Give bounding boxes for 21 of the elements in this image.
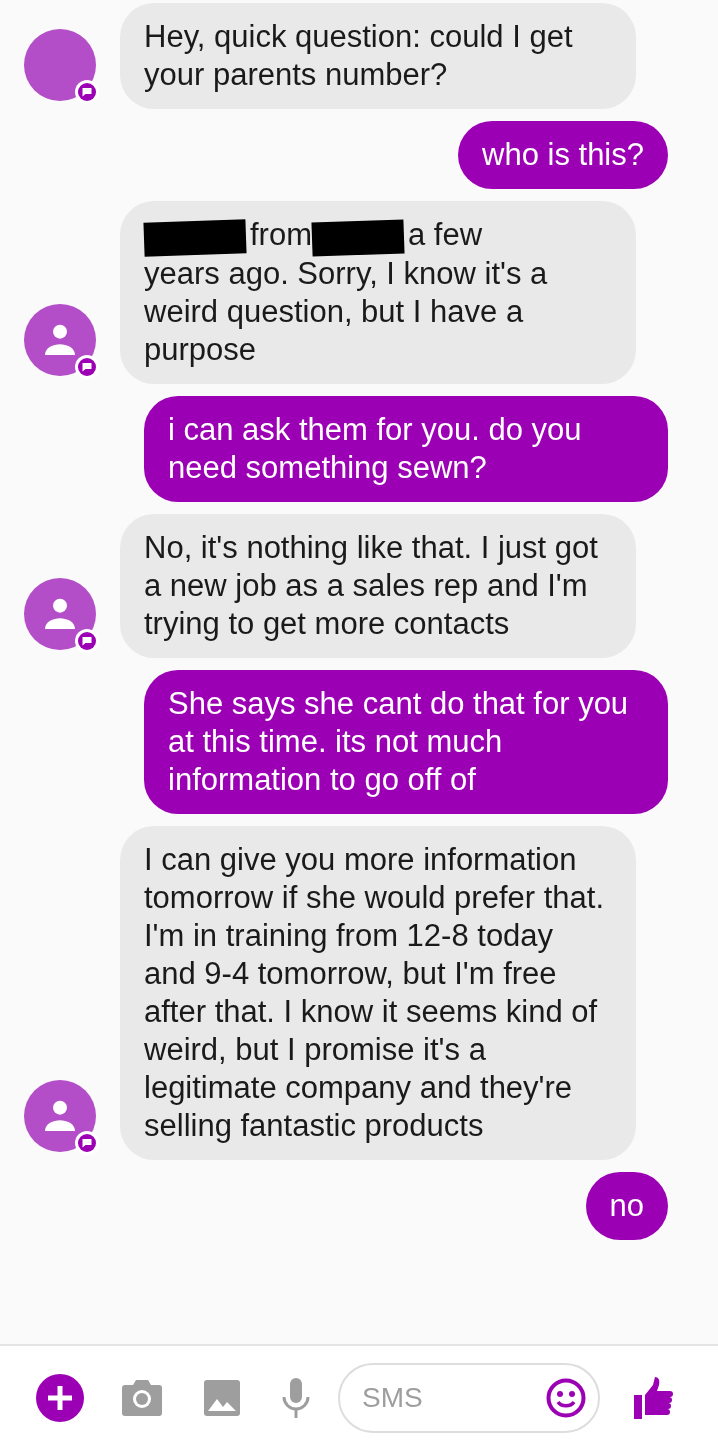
message-text: a few (408, 217, 483, 252)
message-text: Hey, quick question: could I get your parents number? (144, 19, 573, 92)
message-text: from (250, 217, 312, 252)
chat-badge-icon (75, 355, 99, 379)
message-text: I can give you more information tomorrow if she would prefer that. I'm in training from 12-8 today and 9-4 tomorrow, but I'm free after that. I know it seems kind of weird, but I promise it's a legitimate company and they're selling fantastic products (144, 842, 605, 1143)
thumbs-up-icon[interactable] (634, 1377, 674, 1419)
smiley-icon[interactable] (546, 1378, 586, 1418)
message-text: She says she cant do that for you at this time. its not much information to go off of (168, 686, 629, 797)
message-text: no (609, 1188, 644, 1223)
chat-badge-icon (75, 80, 99, 104)
chat-badge-icon (75, 1131, 99, 1155)
chat-badge-icon (75, 629, 99, 653)
message-text: years ago. Sorry, I know it's a weird question, but I have a purpose (144, 255, 549, 369)
message-input-field[interactable]: SMS (338, 1363, 600, 1433)
message-text: No, it's nothing like that. I just got a new job as a sales rep and I'm trying to get more contacts (144, 530, 598, 641)
camera-icon[interactable] (122, 1380, 162, 1416)
message-text: i can ask them for you. do you need something sewn? (168, 412, 582, 485)
image-icon[interactable] (202, 1380, 242, 1416)
microphone-icon[interactable] (282, 1378, 310, 1418)
add-button[interactable] (36, 1374, 84, 1422)
message-text: who is this? (482, 137, 644, 172)
